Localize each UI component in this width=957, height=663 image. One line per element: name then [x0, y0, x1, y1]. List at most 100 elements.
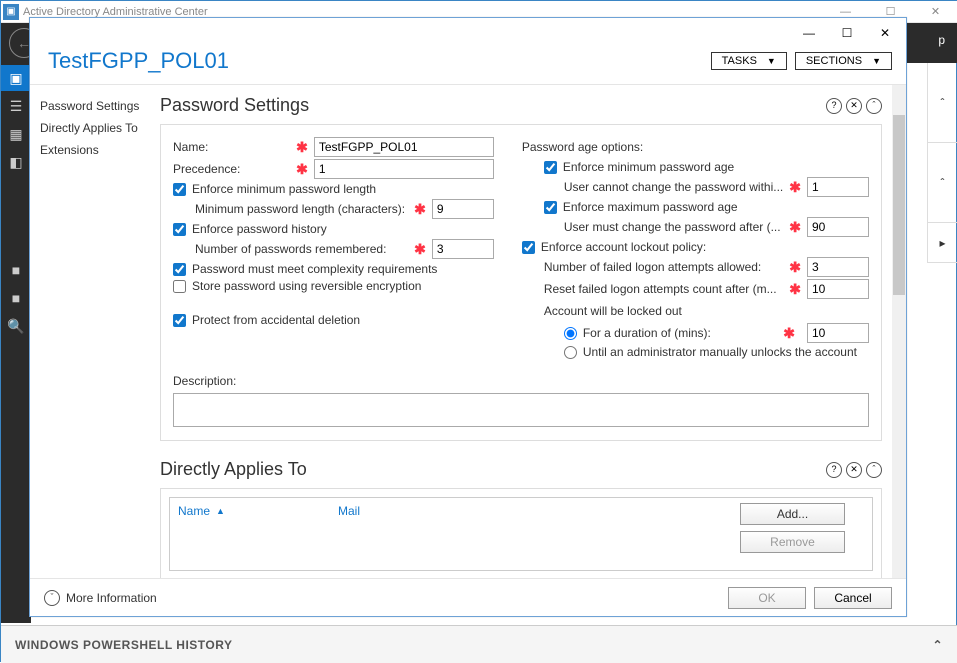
right-panel-collapsed: ˆ ˆ ▸: [927, 63, 957, 623]
admin-unlock-label: Until an administrator manually unlocks …: [583, 345, 857, 359]
dialog-title: TestFGPP_POL01: [48, 48, 229, 74]
duration-radio[interactable]: [564, 327, 577, 340]
required-icon: ✱: [789, 281, 801, 298]
lockout-checkbox[interactable]: [522, 241, 535, 254]
duration-label: For a duration of (mins):: [583, 326, 711, 340]
main-close-button[interactable]: ✕: [913, 1, 957, 23]
reversible-checkbox[interactable]: [173, 280, 186, 293]
failed-attempts-field[interactable]: [807, 257, 869, 277]
ok-button[interactable]: OK: [728, 587, 806, 609]
min-age-check-label: Enforce minimum password age: [563, 160, 734, 174]
rail-folder-icon[interactable]: ■: [1, 257, 31, 283]
max-age-checkbox[interactable]: [544, 201, 557, 214]
scrollbar-thumb[interactable]: [893, 115, 905, 295]
sections-button[interactable]: SECTIONS▼: [795, 52, 892, 70]
dialog-scrollbar[interactable]: [892, 85, 906, 578]
sort-asc-icon: ▲: [216, 506, 225, 516]
failed-attempts-label: Number of failed logon attempts allowed:: [544, 260, 761, 274]
required-icon: ✱: [296, 161, 308, 178]
precedence-field[interactable]: [314, 159, 494, 179]
expand-panel-2[interactable]: ˆ: [927, 143, 957, 223]
lockout-check-label: Enforce account lockout policy:: [541, 240, 706, 254]
min-length-check-label: Enforce minimum password length: [192, 182, 376, 196]
precedence-label: Precedence:: [173, 162, 240, 176]
chevron-up-icon: ⌃: [932, 638, 943, 652]
description-field[interactable]: [173, 393, 869, 427]
min-age-field[interactable]: [807, 177, 869, 197]
rail-grid-icon[interactable]: ◧: [1, 149, 31, 175]
rail-tree-icon[interactable]: ▦: [1, 121, 31, 147]
required-icon: ✱: [296, 139, 308, 156]
remove-button[interactable]: Remove: [740, 531, 845, 553]
fgpp-dialog: — ☐ ✕ TestFGPP_POL01 TASKS▼ SECTIONS▼ Pa…: [29, 17, 907, 617]
min-age-checkbox[interactable]: [544, 161, 557, 174]
min-age-label: User cannot change the password withi...: [564, 180, 783, 194]
required-icon: ✱: [783, 325, 795, 342]
collapse-section-icon[interactable]: ˆ: [866, 98, 882, 114]
max-age-label: User must change the password after (...: [564, 220, 781, 234]
min-length-checkbox[interactable]: [173, 183, 186, 196]
help-label: p: [938, 33, 945, 47]
help-icon[interactable]: ?: [826, 462, 842, 478]
required-icon: ✱: [414, 241, 426, 258]
powershell-history-label: WINDOWS POWERSHELL HISTORY: [15, 638, 232, 652]
rail-folder2-icon[interactable]: ■: [1, 285, 31, 311]
dialog-maximize-button[interactable]: ☐: [832, 23, 862, 43]
complexity-checkbox[interactable]: [173, 263, 186, 276]
history-checkbox[interactable]: [173, 223, 186, 236]
min-length-label: Minimum password length (characters):: [195, 202, 405, 216]
chevron-down-icon: ˇ: [44, 590, 60, 606]
history-field[interactable]: [432, 239, 494, 259]
expand-panel-3[interactable]: ▸: [927, 223, 957, 263]
section-title-directly-applies-to: Directly Applies To: [160, 459, 307, 480]
rail-overview-icon[interactable]: ▣: [1, 65, 31, 91]
nav-password-settings[interactable]: Password Settings: [38, 95, 152, 117]
required-icon: ✱: [414, 201, 426, 218]
close-section-icon[interactable]: ✕: [846, 98, 862, 114]
name-label: Name:: [173, 140, 208, 154]
reset-count-field[interactable]: [807, 279, 869, 299]
duration-field[interactable]: [807, 323, 869, 343]
admin-unlock-radio[interactable]: [564, 346, 577, 359]
rail-search-icon[interactable]: 🔍: [1, 313, 31, 339]
column-header-name[interactable]: Name▲: [178, 504, 338, 518]
tasks-button[interactable]: TASKS▼: [711, 52, 787, 70]
add-button[interactable]: Add...: [740, 503, 845, 525]
reversible-label: Store password using reversible encrypti…: [192, 279, 421, 293]
history-label: Number of passwords remembered:: [195, 242, 386, 256]
account-locked-label: Account will be locked out: [544, 304, 682, 318]
protect-label: Protect from accidental deletion: [192, 313, 360, 327]
history-check-label: Enforce password history: [192, 222, 327, 236]
dialog-content: Password Settings ? ✕ ˆ Name: ✱ Precedenc…: [160, 85, 892, 578]
more-information-button[interactable]: ˇ More Information: [44, 590, 157, 606]
max-age-check-label: Enforce maximum password age: [563, 200, 738, 214]
section-title-password-settings: Password Settings: [160, 95, 309, 116]
powershell-history-bar[interactable]: WINDOWS POWERSHELL HISTORY ⌃: [1, 625, 957, 663]
dialog-nav: Password Settings Directly Applies To Ex…: [30, 85, 160, 578]
age-options-label: Password age options:: [522, 140, 643, 154]
rail-list-icon[interactable]: ☰: [1, 93, 31, 119]
close-section-icon[interactable]: ✕: [846, 462, 862, 478]
complexity-label: Password must meet complexity requiremen…: [192, 262, 437, 276]
nav-extensions[interactable]: Extensions: [38, 139, 152, 161]
cancel-button[interactable]: Cancel: [814, 587, 892, 609]
protect-checkbox[interactable]: [173, 314, 186, 327]
expand-panel-1[interactable]: ˆ: [927, 63, 957, 143]
description-label: Description:: [173, 374, 236, 388]
dialog-minimize-button[interactable]: —: [794, 23, 824, 43]
required-icon: ✱: [789, 219, 801, 236]
required-icon: ✱: [789, 259, 801, 276]
app-icon: ▣: [3, 4, 19, 20]
main-title: Active Directory Administrative Center: [23, 6, 208, 18]
required-icon: ✱: [789, 179, 801, 196]
min-length-field[interactable]: [432, 199, 494, 219]
dialog-close-button[interactable]: ✕: [870, 23, 900, 43]
reset-count-label: Reset failed logon attempts count after …: [544, 282, 777, 296]
max-age-field[interactable]: [807, 217, 869, 237]
help-icon[interactable]: ?: [826, 98, 842, 114]
left-rail: ▣ ☰ ▦ ◧ ■ ■ 🔍: [1, 63, 31, 623]
collapse-section-icon[interactable]: ˆ: [866, 462, 882, 478]
more-information-label: More Information: [66, 591, 157, 605]
nav-directly-applies-to[interactable]: Directly Applies To: [38, 117, 152, 139]
name-field[interactable]: [314, 137, 494, 157]
